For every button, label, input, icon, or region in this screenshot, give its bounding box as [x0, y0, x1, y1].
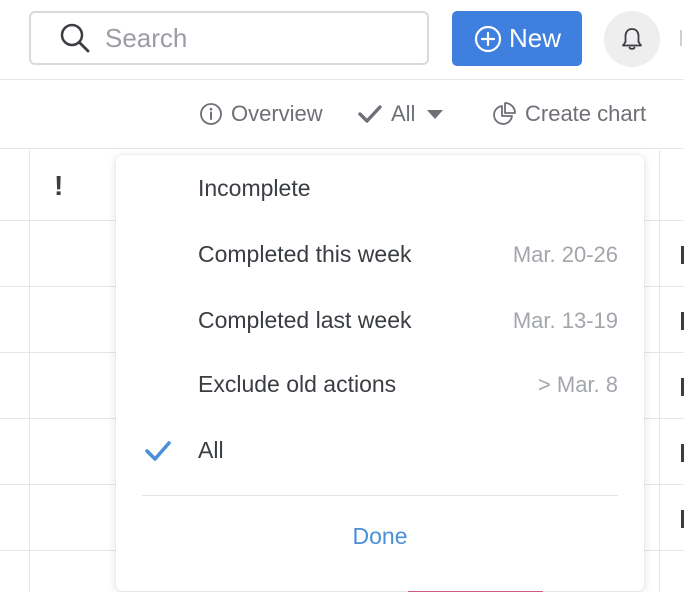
new-button[interactable]: New	[452, 11, 582, 66]
check-icon	[358, 105, 382, 123]
top-bar: New	[0, 0, 684, 80]
filter-option-range: Mar. 13-19	[512, 308, 618, 333]
filter-option-label: Completed last week	[198, 307, 412, 333]
info-icon	[200, 103, 222, 125]
view-toolbar: Overview All Create chart	[0, 81, 684, 149]
selected-check-icon	[145, 441, 171, 461]
filter-label: All	[391, 101, 416, 126]
filter-option-completed-this-week[interactable]: Completed this week Mar. 20-26	[116, 229, 644, 285]
new-button-label: New	[508, 23, 561, 53]
plus-circle-icon	[474, 25, 502, 52]
filter-option-range: > Mar. 8	[537, 372, 618, 397]
column-divider	[29, 150, 30, 592]
filter-option-label: Incomplete	[198, 175, 311, 201]
filter-option-label: All	[198, 437, 224, 463]
filter-option-range: Mar. 20-26	[512, 242, 618, 267]
filter-option-all[interactable]: All	[116, 425, 644, 481]
notifications-button[interactable]	[604, 11, 660, 67]
app-page: New Overview All	[0, 0, 684, 592]
overview-button[interactable]: Overview	[199, 101, 323, 127]
filter-dropdown-menu: Incomplete Completed this week Mar. 20-2…	[116, 155, 644, 591]
done-button[interactable]: Done	[116, 523, 644, 550]
search-input[interactable]	[105, 22, 405, 54]
filter-option-exclude-old-actions[interactable]: Exclude old actions > Mar. 8	[116, 359, 644, 415]
filter-option-incomplete[interactable]: Incomplete	[116, 163, 644, 219]
pie-chart-icon	[493, 102, 516, 125]
caret-down-icon	[427, 109, 444, 119]
filter-option-completed-last-week[interactable]: Completed last week Mar. 13-19	[116, 295, 644, 351]
create-chart-label: Create chart	[525, 101, 647, 126]
priority-column-header[interactable]: !	[54, 170, 63, 202]
edge-fragment	[680, 30, 684, 46]
bell-icon	[622, 28, 642, 50]
filter-option-label: Completed this week	[198, 241, 412, 267]
menu-divider	[142, 495, 618, 496]
column-divider	[659, 150, 660, 592]
filter-option-label: Exclude old actions	[198, 371, 397, 397]
create-chart-button[interactable]: Create chart	[491, 101, 646, 127]
search-box[interactable]	[29, 11, 429, 65]
filter-dropdown-toggle[interactable]: All	[357, 101, 444, 127]
overview-label: Overview	[231, 101, 323, 126]
search-icon	[60, 23, 90, 53]
